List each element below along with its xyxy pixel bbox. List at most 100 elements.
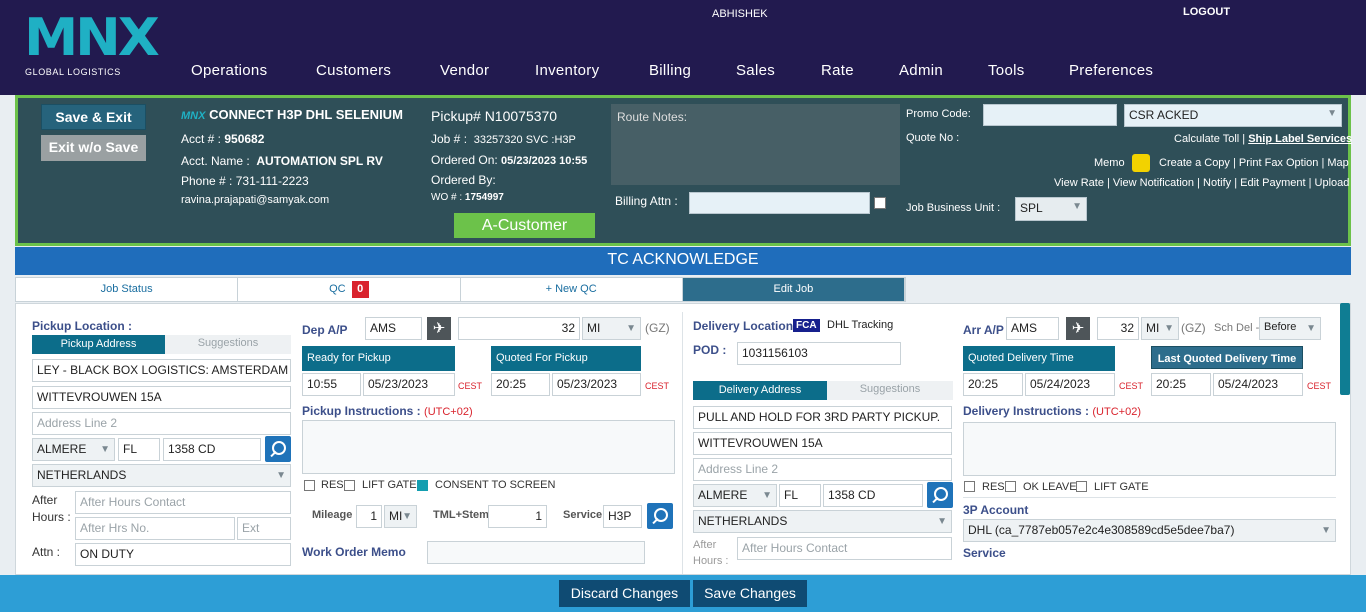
delivery-zip[interactable]: 1358 CD [823, 484, 923, 507]
mnx-logo[interactable]: MNX [24, 12, 160, 64]
billing-attn-input[interactable] [689, 192, 870, 214]
airplane-icon[interactable]: ✈ [1066, 317, 1090, 340]
menu-admin[interactable]: Admin [899, 62, 943, 79]
delivery-res-checkbox[interactable] [964, 481, 975, 492]
notify-link[interactable]: Notify [1203, 177, 1231, 189]
service-input[interactable]: H3P [603, 505, 642, 528]
sch-del-select[interactable]: Before ▼ [1259, 317, 1321, 340]
view-rate-link[interactable]: View Rate [1054, 177, 1104, 189]
menu-preferences[interactable]: Preferences [1069, 62, 1153, 79]
res-checkbox[interactable] [304, 480, 315, 491]
logout-link[interactable]: LOGOUT [1183, 6, 1230, 18]
delivery-address-line3[interactable]: Address Line 2 [693, 458, 952, 481]
memo-link[interactable]: Memo [1094, 157, 1125, 169]
consent-checkbox[interactable] [417, 480, 428, 491]
after-hours-contact-input[interactable]: After Hours Contact [75, 491, 291, 514]
tab-new-qc[interactable]: + New QC [461, 278, 683, 301]
dep-unit-select[interactable]: MI ▼ [582, 317, 641, 340]
ok-leave-checkbox[interactable] [1005, 481, 1016, 492]
pickup-address-tab[interactable]: Pickup Address [32, 335, 165, 354]
view-notification-link[interactable]: View Notification [1113, 177, 1194, 189]
3p-account-select[interactable]: DHL (ca_7787eb057e2c4e308589cd5e5dee7ba7… [963, 519, 1336, 542]
pickup-address-line1[interactable]: LEY - BLACK BOX LOGISTICS: AMSTERDAM [32, 359, 291, 382]
mileage-input[interactable]: 1 [356, 505, 382, 528]
after-hours-ext-input[interactable]: Ext [237, 517, 291, 540]
quoted-date-input[interactable]: 05/23/2023 [552, 373, 641, 396]
save-exit-button[interactable]: Save & Exit [41, 104, 146, 130]
delivery-address-tab[interactable]: Delivery Address [693, 381, 827, 400]
menu-inventory[interactable]: Inventory [535, 62, 599, 79]
arr-unit-select[interactable]: MI ▼ [1141, 317, 1179, 340]
menu-operations[interactable]: Operations [191, 62, 267, 79]
map-link[interactable]: Map [1327, 157, 1348, 169]
save-changes-button[interactable]: Save Changes [693, 580, 807, 607]
lqdt-time-input[interactable]: 20:25 [1151, 373, 1211, 396]
pod-input[interactable]: 1031156103 [737, 342, 901, 365]
delivery-city-select[interactable]: ALMERE ▼ [693, 484, 777, 507]
pickup-zip[interactable]: 1358 CD [163, 438, 261, 461]
exit-without-save-button[interactable]: Exit w/o Save [41, 135, 146, 161]
mileage-unit-select[interactable]: MI ▼ [384, 505, 417, 528]
menu-billing[interactable]: Billing [649, 62, 691, 79]
create-copy-link[interactable]: Create a Copy [1159, 157, 1230, 169]
service-search-icon[interactable] [647, 503, 673, 529]
dep-ap-input[interactable]: AMS [365, 317, 422, 340]
delivery-state[interactable]: FL [779, 484, 821, 507]
calculate-toll-link[interactable]: Calculate Toll [1174, 133, 1239, 145]
work-order-memo-input[interactable] [427, 541, 645, 564]
last-quoted-delivery-time-button[interactable]: Last Quoted Delivery Time [1151, 346, 1303, 369]
upload-link[interactable]: Upload [1315, 177, 1350, 189]
memo-note-icon[interactable] [1132, 154, 1150, 172]
delivery-address-line1[interactable]: PULL AND HOLD FOR 3RD PARTY PICKUP. [693, 406, 952, 429]
lqdt-date-input[interactable]: 05/24/2023 [1213, 373, 1303, 396]
pickup-country-select[interactable]: NETHERLANDS ▼ [32, 464, 291, 487]
delivery-instructions-textarea[interactable] [963, 422, 1336, 476]
tab-qc[interactable]: QC 0 [238, 278, 461, 301]
pickup-instructions-textarea[interactable] [302, 420, 675, 474]
menu-customers[interactable]: Customers [316, 62, 391, 79]
status-select[interactable]: CSR ACKED ▼ [1124, 104, 1342, 127]
print-fax-link[interactable]: Print Fax Option [1239, 157, 1318, 169]
pickup-state[interactable]: FL [118, 438, 160, 461]
arr-miles-input[interactable]: 32 [1097, 317, 1139, 340]
billing-attn-checkbox[interactable] [874, 197, 886, 209]
pickup-city-select[interactable]: ALMERE ▼ [32, 438, 115, 461]
delivery-search-icon[interactable] [927, 482, 953, 508]
after-hours-number-input[interactable]: After Hrs No. [75, 517, 235, 540]
delivery-country-select[interactable]: NETHERLANDS ▼ [693, 510, 952, 533]
tml-stem-input[interactable]: 1 [488, 505, 547, 528]
dep-miles-input[interactable]: 32 [458, 317, 580, 340]
edit-payment-link[interactable]: Edit Payment [1240, 177, 1305, 189]
ready-date-input[interactable]: 05/23/2023 [363, 373, 455, 396]
pickup-suggestions-tab[interactable]: Suggestions [165, 335, 291, 354]
qdt-time-input[interactable]: 20:25 [963, 373, 1023, 396]
arr-ap-input[interactable]: AMS [1006, 317, 1059, 340]
qdt-date-input[interactable]: 05/24/2023 [1025, 373, 1115, 396]
pickup-search-icon[interactable] [265, 436, 291, 462]
tab-job-status[interactable]: Job Status [16, 278, 239, 301]
delivery-address-line2[interactable]: WITTEVROUWEN 15A [693, 432, 952, 455]
ready-time-input[interactable]: 10:55 [302, 373, 361, 396]
lift-gate-checkbox[interactable] [344, 480, 355, 491]
delivery-lift-gate-checkbox[interactable] [1076, 481, 1087, 492]
quoted-time-input[interactable]: 20:25 [491, 373, 550, 396]
delivery-after-hours-contact-input[interactable]: After Hours Contact [737, 537, 952, 560]
route-notes[interactable]: Route Notes: [611, 104, 900, 185]
pickup-address-line2[interactable]: WITTEVROUWEN 15A [32, 386, 291, 409]
airplane-icon[interactable]: ✈ [427, 317, 451, 340]
job-business-unit-select[interactable]: SPL ▼ [1015, 197, 1087, 221]
promo-code-input[interactable] [983, 104, 1117, 126]
attn-input[interactable]: ON DUTY [75, 543, 291, 566]
menu-rate[interactable]: Rate [821, 62, 854, 79]
menu-sales[interactable]: Sales [736, 62, 775, 79]
menu-vendor[interactable]: Vendor [440, 62, 489, 79]
delivery-suggestions-tab[interactable]: Suggestions [827, 381, 953, 400]
pickup-address-line3[interactable]: Address Line 2 [32, 412, 291, 435]
discard-changes-button[interactable]: Discard Changes [559, 580, 690, 607]
ship-label-services-link[interactable]: Ship Label Services [1248, 133, 1352, 145]
customer-type-button[interactable]: A-Customer [454, 213, 595, 238]
menu-tools[interactable]: Tools [988, 62, 1025, 79]
arr-gz-label: (GZ) [1181, 321, 1206, 335]
tab-edit-job[interactable]: Edit Job [682, 278, 905, 301]
scrollbar[interactable] [1340, 303, 1350, 395]
